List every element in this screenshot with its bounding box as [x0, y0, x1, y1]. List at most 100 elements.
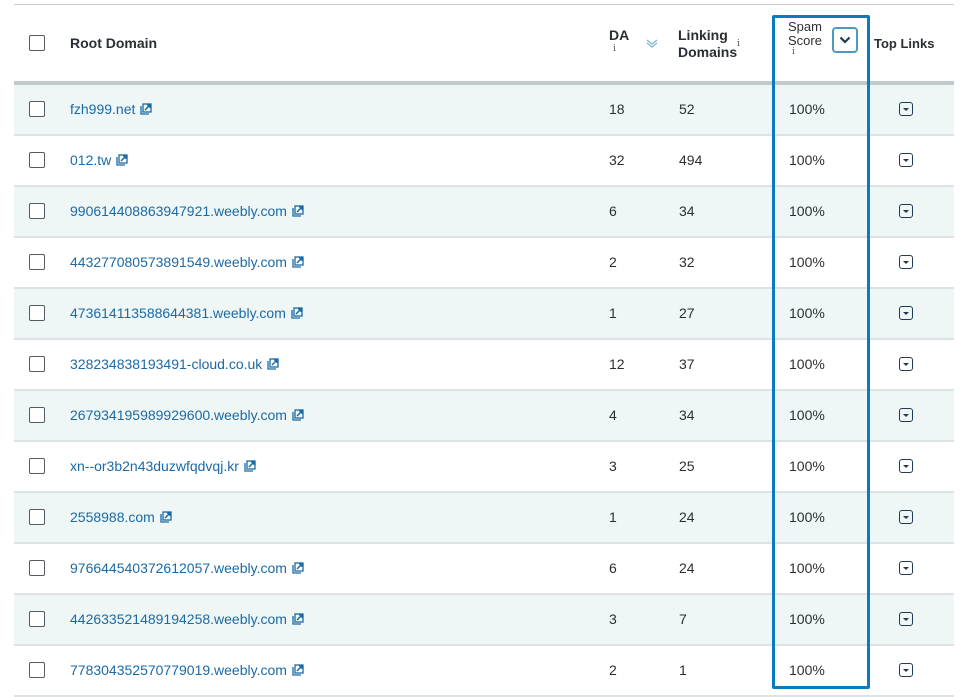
top-links-dropdown-icon[interactable] — [899, 102, 913, 116]
external-link-icon[interactable] — [244, 460, 256, 472]
spam-score-value: 100% — [789, 407, 825, 423]
linking-domains-value: 32 — [679, 254, 695, 270]
linking-domains-value: 24 — [679, 560, 695, 576]
domain-link[interactable]: 443277080573891549.weebly.com — [70, 253, 304, 271]
domain-link[interactable]: 328234838193491-cloud.co.uk — [70, 355, 279, 373]
top-links-dropdown-icon[interactable] — [899, 408, 913, 422]
table-row: 012.tw 32 494 100% — [14, 136, 954, 187]
table-body: fzh999.net 18 52 100% 012.tw 32 494 100%… — [14, 85, 954, 697]
external-link-icon[interactable] — [292, 205, 304, 217]
row-checkbox[interactable] — [29, 356, 45, 372]
header-spam-line2: Score — [788, 33, 822, 48]
domain-text: 012.tw — [70, 152, 112, 168]
da-value: 18 — [609, 101, 625, 117]
domain-link[interactable]: 2558988.com — [70, 508, 172, 526]
top-links-dropdown-icon[interactable] — [899, 561, 913, 575]
table-header: Root Domain DA i Linking Domains i Spam … — [14, 5, 954, 85]
row-checkbox[interactable] — [29, 203, 45, 219]
row-checkbox[interactable] — [29, 152, 45, 168]
chevron-down-icon — [839, 36, 851, 44]
domain-text: 990614408863947921.weebly.com — [70, 203, 287, 219]
row-checkbox[interactable] — [29, 305, 45, 321]
header-da[interactable]: DA i — [609, 27, 629, 54]
row-checkbox[interactable] — [29, 509, 45, 525]
domain-link[interactable]: 442633521489194258.weebly.com — [70, 610, 304, 628]
external-link-icon[interactable] — [292, 256, 304, 268]
da-value: 1 — [609, 509, 617, 525]
spam-score-sort-button[interactable] — [832, 27, 858, 53]
row-checkbox[interactable] — [29, 560, 45, 576]
domain-link[interactable]: 267934195989929600.weebly.com — [70, 406, 304, 424]
domain-text: 443277080573891549.weebly.com — [70, 254, 287, 270]
table-row: 976644540372612057.weebly.com 6 24 100% — [14, 544, 954, 595]
row-checkbox[interactable] — [29, 662, 45, 678]
domain-link[interactable]: 990614408863947921.weebly.com — [70, 202, 304, 220]
top-links-dropdown-icon[interactable] — [899, 510, 913, 524]
header-root-domain[interactable]: Root Domain — [70, 35, 157, 52]
select-all-checkbox[interactable] — [29, 35, 45, 51]
top-links-dropdown-icon[interactable] — [899, 153, 913, 167]
domain-text: 473614113588644381.weebly.com — [70, 305, 286, 321]
row-checkbox[interactable] — [29, 254, 45, 270]
table-row: 990614408863947921.weebly.com 6 34 100% — [14, 187, 954, 238]
top-links-dropdown-icon[interactable] — [899, 306, 913, 320]
linking-domains-value: 25 — [679, 458, 695, 474]
da-value: 2 — [609, 662, 617, 678]
domain-link[interactable]: 976644540372612057.weebly.com — [70, 559, 304, 577]
spam-score-value: 100% — [789, 101, 825, 117]
da-value: 6 — [609, 203, 617, 219]
top-links-dropdown-icon[interactable] — [899, 663, 913, 677]
da-info-icon[interactable]: i — [613, 41, 616, 58]
table-row: 2558988.com 1 24 100% — [14, 493, 954, 544]
external-link-icon[interactable] — [267, 358, 279, 370]
row-checkbox[interactable] — [29, 101, 45, 117]
linking-domains-value: 24 — [679, 509, 695, 525]
external-link-icon[interactable] — [292, 664, 304, 676]
external-link-icon[interactable] — [292, 409, 304, 421]
top-links-dropdown-icon[interactable] — [899, 204, 913, 218]
spam-score-value: 100% — [789, 509, 825, 525]
linking-domains-value: 37 — [679, 356, 695, 372]
spam-score-value: 100% — [789, 254, 825, 270]
da-value: 3 — [609, 611, 617, 627]
root-domains-table: Root Domain DA i Linking Domains i Spam … — [14, 4, 954, 697]
header-linking-line2: Domains — [678, 44, 738, 60]
da-value: 3 — [609, 458, 617, 474]
top-links-dropdown-icon[interactable] — [899, 459, 913, 473]
external-link-icon[interactable] — [292, 562, 304, 574]
domain-link[interactable]: 012.tw — [70, 151, 128, 169]
linking-domains-info-icon[interactable]: i — [737, 39, 740, 49]
header-linking-domains[interactable]: Linking Domains — [678, 27, 737, 61]
row-checkbox[interactable] — [29, 407, 45, 423]
domain-text: 267934195989929600.weebly.com — [70, 407, 287, 423]
da-value: 6 — [609, 560, 617, 576]
domain-link[interactable]: xn--or3b2n43duzwfqdvqj.kr — [70, 457, 256, 475]
row-checkbox[interactable] — [29, 458, 45, 474]
domain-link[interactable]: 778304352570779019.weebly.com — [70, 661, 304, 679]
spam-score-info-icon[interactable]: i — [792, 47, 795, 57]
domain-text: fzh999.net — [70, 101, 136, 117]
header-spam-score[interactable]: Spam Score — [788, 20, 822, 48]
top-links-dropdown-icon[interactable] — [899, 255, 913, 269]
external-link-icon[interactable] — [291, 307, 303, 319]
external-link-icon[interactable] — [140, 103, 153, 115]
external-link-icon[interactable] — [292, 613, 304, 625]
linking-domains-value: 7 — [679, 611, 687, 627]
external-link-icon[interactable] — [160, 511, 172, 523]
row-checkbox[interactable] — [29, 611, 45, 627]
da-sort-icon[interactable] — [645, 39, 659, 49]
domain-link[interactable]: fzh999.net — [70, 100, 153, 118]
header-top-links: Top Links — [874, 36, 935, 51]
header-spam-line1: Spam — [788, 19, 822, 34]
spam-score-value: 100% — [789, 356, 825, 372]
linking-domains-value: 1 — [679, 662, 687, 678]
linking-domains-value: 34 — [679, 407, 695, 423]
domain-text: 328234838193491-cloud.co.uk — [70, 356, 263, 372]
da-value: 4 — [609, 407, 617, 423]
top-links-dropdown-icon[interactable] — [899, 612, 913, 626]
table-row: xn--or3b2n43duzwfqdvqj.kr 3 25 100% — [14, 442, 954, 493]
top-links-dropdown-icon[interactable] — [899, 357, 913, 371]
table-row: 442633521489194258.weebly.com 3 7 100% — [14, 595, 954, 646]
domain-link[interactable]: 473614113588644381.weebly.com — [70, 304, 303, 322]
external-link-icon[interactable] — [116, 154, 128, 166]
